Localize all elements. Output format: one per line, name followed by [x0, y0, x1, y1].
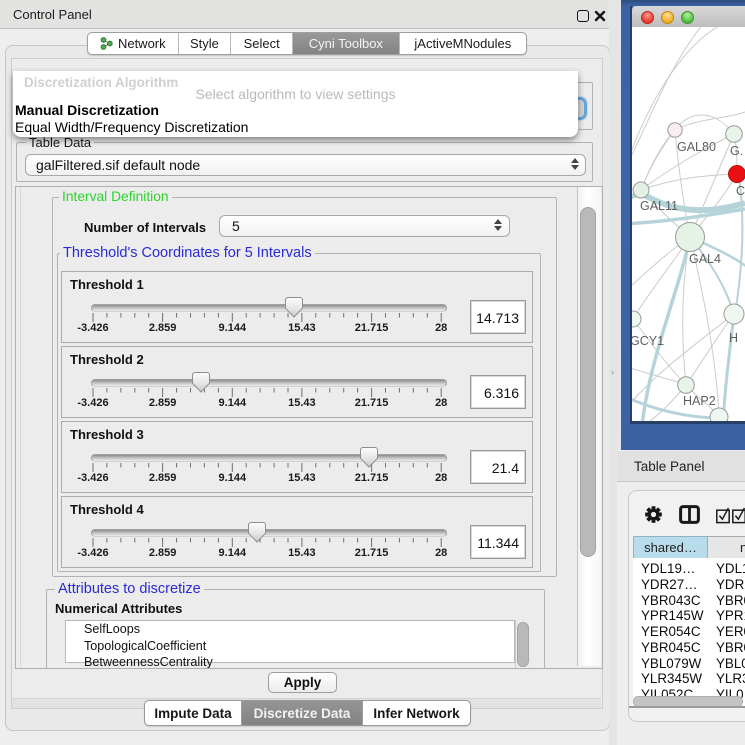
- svg-text:HAP2: HAP2: [683, 394, 716, 408]
- svg-text:GAL80: GAL80: [677, 140, 716, 154]
- svg-text:C: C: [736, 184, 745, 198]
- svg-text:GAL4: GAL4: [689, 252, 721, 266]
- svg-text:GCY1: GCY1: [632, 334, 664, 348]
- svg-text:GAL11: GAL11: [640, 199, 678, 213]
- svg-text:G.: G.: [730, 144, 743, 158]
- svg-text:H: H: [729, 331, 738, 345]
